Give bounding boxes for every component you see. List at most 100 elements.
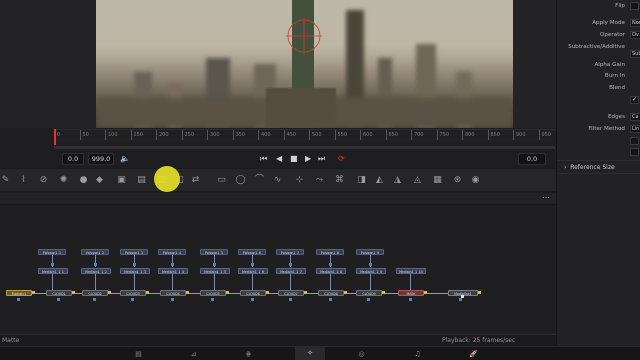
viewer-left-panel — [0, 0, 96, 128]
playhead[interactable] — [54, 129, 56, 145]
merge-node[interactable]: CLOUD9 — [356, 290, 382, 296]
3d-icon[interactable]: ◨ — [356, 175, 367, 186]
mask-port — [251, 298, 254, 301]
flip-checkbox[interactable] — [630, 2, 639, 10]
mediain-node[interactable]: Mediain1_1_6 — [238, 268, 268, 274]
particle-icon[interactable]: ✺ — [58, 175, 69, 186]
end-time-field[interactable]: 999.0 — [88, 153, 114, 165]
input-port — [32, 291, 35, 294]
rect-mask-icon[interactable]: ▭ — [216, 175, 227, 186]
mask-port — [51, 263, 54, 266]
background-icon[interactable]: ▣ — [116, 175, 127, 186]
tracker-icon[interactable]: ⊹ — [294, 175, 305, 186]
page-tab-cut[interactable]: ⊿ — [188, 350, 199, 358]
mediain-node[interactable]: MediaIn1 — [6, 290, 32, 296]
mediain-node[interactable]: Mediain1_1_9 — [356, 268, 386, 274]
option-checkbox[interactable] — [630, 137, 639, 145]
subtractive-additive-slider[interactable]: Subtra — [630, 50, 640, 58]
page-tab-edit[interactable]: ⋕ — [243, 350, 254, 358]
mediain-node[interactable]: Mediain1_1_7 — [276, 268, 306, 274]
node-graph[interactable]: Polygon1_1 Polygon1_2 Polygon1_3 Polygon1_4… — [0, 206, 556, 334]
light-icon[interactable]: ◬ — [412, 175, 423, 186]
edges-dropdown[interactable]: Ca — [630, 113, 640, 121]
merge-node[interactable]: CLOUD8 — [318, 290, 344, 296]
bspline-icon[interactable]: ∿ — [272, 175, 283, 186]
mask-port — [289, 298, 292, 301]
stop-icon[interactable]: ■ — [290, 154, 298, 164]
mediain-node[interactable]: Mediain1_1_10 — [396, 268, 426, 274]
image-icon[interactable]: ▤ — [136, 175, 147, 186]
transform-icon[interactable]: ⇄ — [190, 175, 201, 186]
page-tab-color[interactable]: ◎ — [356, 350, 367, 358]
mediain-node[interactable]: Mediain1_1_4 — [158, 268, 188, 274]
page-tab-media[interactable]: ▤ — [133, 350, 144, 358]
page-tab-fusion[interactable]: ✧ — [295, 347, 325, 360]
more-options-icon[interactable]: ⋯ — [542, 193, 550, 203]
paint-icon[interactable]: ● — [78, 175, 89, 186]
apply-mode-dropdown[interactable]: Nor — [630, 19, 640, 27]
input-port — [226, 291, 229, 294]
current-frame-field[interactable]: 0.0 — [518, 153, 546, 165]
shape-icon[interactable]: ⊘ — [38, 175, 49, 186]
merge-node[interactable]: CLOUD5 — [200, 290, 226, 296]
speaker-icon[interactable]: 🔈 — [120, 154, 130, 164]
mediain-node[interactable]: Mediain1_1_3 — [120, 268, 150, 274]
loop-icon[interactable]: ⟳ — [338, 154, 345, 164]
input-port — [304, 291, 307, 294]
shape3d-icon[interactable]: ◭ — [374, 175, 385, 186]
mediain-node[interactable]: Mediain1_1_1 — [38, 268, 68, 274]
go-to-start-icon[interactable]: ⏮ — [260, 154, 267, 164]
time-ruler[interactable]: 0 50 100 150 200 250 300 350 400 450 500 550 600 650 7… — [54, 129, 555, 143]
go-to-end-icon[interactable]: ⏭ — [318, 154, 325, 164]
warp-icon[interactable]: ⤳ — [314, 175, 325, 186]
page-tab-fairlight[interactable]: ♫ — [412, 350, 423, 358]
cursor-highlight — [154, 166, 180, 192]
merge-node[interactable]: CLOUD7 — [278, 290, 304, 296]
mediain-node[interactable]: Mediain1_1_8 — [316, 268, 346, 274]
merge-node[interactable]: CLOUD2 — [82, 290, 108, 296]
ruler-tick: 550 — [334, 130, 347, 140]
merge-node[interactable]: CLOUD4 — [160, 290, 186, 296]
text3d-icon[interactable]: ⊛ — [452, 175, 463, 186]
merge-node[interactable]: CLOUD3 — [120, 290, 146, 296]
operator-dropdown[interactable]: Ov — [630, 31, 640, 39]
mask-port — [17, 298, 20, 301]
connector — [172, 274, 173, 290]
filter-method-label: Filter Method — [588, 126, 625, 132]
brush-icon[interactable]: ✎ — [0, 175, 11, 186]
play-reverse-icon[interactable]: ◀ — [276, 154, 282, 164]
merge-node[interactable]: CLOUD6 — [240, 290, 266, 296]
merge-node[interactable]: CLOUD1 — [46, 290, 72, 296]
mask-port — [93, 298, 96, 301]
play-icon[interactable]: ▶ — [305, 154, 311, 164]
connector — [52, 274, 53, 290]
mediain-node[interactable]: Mediain1_1_2 — [81, 268, 111, 274]
mask-port — [171, 263, 174, 266]
tool-bar: ✎⌇⊘✺●◆▣▤▥◫⇄▭◯⌒∿⊹⤳⌘◨◭◮◬▦⊛◉ — [0, 168, 556, 192]
filter-method-dropdown[interactable]: Lin — [630, 125, 640, 133]
viewer-crosshair[interactable] — [284, 16, 324, 56]
camera-icon[interactable]: ◮ — [392, 175, 403, 186]
ruler-track[interactable] — [54, 146, 555, 149]
inspector-panel: Flip Apply Mode Nor Operator Ov Subtract… — [556, 0, 640, 346]
input-port — [108, 291, 111, 294]
blend-checkbox[interactable]: ✓ — [630, 96, 639, 104]
viewer-image[interactable] — [96, 0, 513, 128]
lens-icon[interactable]: ⌘ — [334, 175, 345, 186]
text-icon[interactable]: ⌇ — [18, 175, 29, 186]
page-tab-deliver[interactable]: 🚀 — [468, 350, 479, 358]
merge3d-icon[interactable]: ◉ — [470, 175, 481, 186]
merge-node[interactable]: MASK — [398, 290, 424, 296]
ellipse-mask-icon[interactable]: ◯ — [235, 175, 246, 186]
mask-port — [57, 298, 60, 301]
input-port — [478, 291, 481, 294]
reference-size-section[interactable]: › Reference Size — [557, 160, 640, 174]
render-icon[interactable]: ▦ — [432, 175, 443, 186]
option-checkbox[interactable] — [630, 148, 639, 156]
polygon-mask-icon[interactable]: ⌒ — [254, 175, 265, 186]
start-time-field[interactable]: 0.0 — [62, 153, 84, 165]
drop-icon[interactable]: ◆ — [94, 175, 105, 186]
fusion-workspace: 0 50 100 150 200 250 300 350 400 450 500 550 600 650 7… — [0, 0, 640, 360]
ruler-tick: 350 — [232, 130, 245, 140]
mediain-node[interactable]: Mediain1_1_5 — [200, 268, 230, 274]
